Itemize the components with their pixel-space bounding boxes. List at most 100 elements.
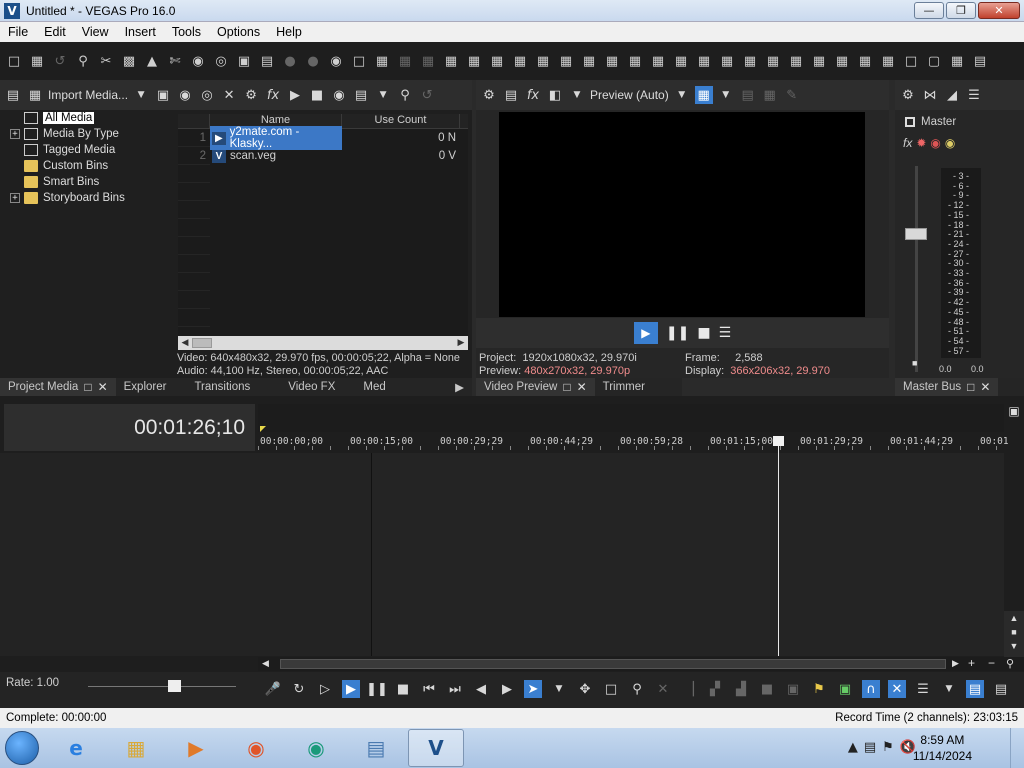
scroll-left-icon[interactable]: ◀ (262, 658, 269, 669)
copy-snapshot-icon[interactable]: ▤ (739, 86, 757, 104)
notepad-icon[interactable]: ▤ (348, 729, 404, 767)
event-tool-icon[interactable]: ▩ (119, 51, 139, 71)
stop-icon[interactable]: ■ (697, 325, 710, 341)
device-icon[interactable]: ▤ (502, 86, 520, 104)
zoom-out-icon[interactable]: − (988, 656, 995, 670)
previous-frame-icon[interactable]: ◀ (472, 680, 490, 698)
grid-icon-12[interactable]: ▦ (625, 51, 645, 71)
undock-icon[interactable]: □ (967, 380, 974, 394)
search-icon[interactable]: ⚲ (396, 86, 414, 104)
vegas-pro-taskbar-icon[interactable]: V (408, 729, 464, 767)
clock[interactable]: 8:59 AM 11/14/2024 (913, 732, 972, 764)
split-dropdown-icon[interactable]: ▼ (568, 86, 586, 104)
grid-icon-6[interactable]: ▦ (487, 51, 507, 71)
marker-bar[interactable] (258, 404, 1004, 432)
close-tab-icon[interactable]: ✕ (980, 380, 990, 394)
scroll-left-icon[interactable]: ◀ (178, 336, 192, 350)
tab-transitions[interactable]: Transitions (174, 378, 258, 396)
grid-icon-19[interactable]: ▦ (786, 51, 806, 71)
pause-icon[interactable]: ❚❚ (666, 325, 689, 341)
loop-playback-icon[interactable]: ↻ (290, 680, 308, 698)
grid-icon-20[interactable]: ▦ (809, 51, 829, 71)
grid-icon-1[interactable]: ▦ (372, 51, 392, 71)
grid-icon-11[interactable]: ▦ (602, 51, 622, 71)
undock-icon[interactable]: □ (84, 380, 91, 394)
views-icon[interactable]: ▤ (352, 86, 370, 104)
next-frame-icon[interactable]: ▶ (498, 680, 516, 698)
undock-icon[interactable]: □ (563, 380, 570, 394)
tree-item-smart-bins[interactable]: Smart Bins (4, 174, 174, 190)
ignore-grouping-icon[interactable]: ▤ (992, 680, 1010, 698)
ripple-dropdown-icon[interactable]: ▼ (940, 680, 958, 698)
lock-envelopes-icon[interactable]: ▤ (966, 680, 984, 698)
open-folder-icon[interactable]: ▢ (924, 51, 944, 71)
rate-slider-handle[interactable] (168, 680, 181, 692)
grid-icon-18[interactable]: ▦ (763, 51, 783, 71)
zoom-tool-icon[interactable]: ⚲ (1006, 657, 1014, 670)
start-button[interactable] (0, 728, 44, 768)
menu-options[interactable]: Options (209, 25, 268, 39)
insert-region-icon[interactable]: ▣ (836, 680, 854, 698)
close-tab-icon[interactable]: ✕ (98, 380, 108, 394)
media-list-scrollbar[interactable]: ◀ ▶ (178, 336, 468, 350)
scroll-right-icon[interactable]: ▶ (454, 336, 468, 350)
fx-icon[interactable]: fx (524, 86, 542, 104)
grid-icon-21[interactable]: ▦ (832, 51, 852, 71)
network-icon[interactable]: ▤ (864, 740, 876, 755)
menu-help[interactable]: Help (268, 25, 310, 39)
envelope-edit-icon[interactable]: ✥ (576, 680, 594, 698)
media-player-icon[interactable]: ▶ (168, 729, 224, 767)
grid-icon-16[interactable]: ▦ (717, 51, 737, 71)
trim-start-icon[interactable]: ▞ (706, 680, 724, 698)
edit-icon[interactable]: ✎ (783, 86, 801, 104)
trim-icon[interactable]: ▕ (680, 680, 698, 698)
expand-icon[interactable]: + (10, 193, 20, 203)
grid-icon-3[interactable]: ▦ (418, 51, 438, 71)
quality-dropdown-icon[interactable]: ▼ (673, 86, 691, 104)
overlays-grid-icon[interactable]: ▦ (694, 86, 713, 104)
fx-icon[interactable]: fx (903, 136, 912, 150)
tree-item-tagged-media[interactable]: Tagged Media (4, 142, 174, 158)
normal-edit-tool-icon[interactable]: ➤ (524, 680, 542, 698)
grid-icon-13[interactable]: ▦ (648, 51, 668, 71)
delete-icon[interactable]: ✕ (654, 680, 672, 698)
grid-icon-23[interactable]: ▦ (878, 51, 898, 71)
maximize-button[interactable]: ❐ (946, 2, 976, 19)
show-desktop-button[interactable] (1010, 728, 1024, 768)
save-as-icon[interactable]: ▦ (947, 51, 967, 71)
remove-icon[interactable]: ✕ (220, 86, 238, 104)
master-fader-handle[interactable] (905, 228, 927, 240)
tab-scroll-right-icon[interactable]: ▶ (447, 378, 472, 396)
overlays-dropdown-icon[interactable]: ▼ (717, 86, 735, 104)
lock-icon[interactable]: ■ (912, 358, 917, 368)
close-button[interactable]: ✕ (978, 2, 1020, 19)
lock-icon[interactable]: ● (303, 51, 323, 71)
save-snapshot-icon[interactable]: ▦ (761, 86, 779, 104)
timeline-scrollbar[interactable]: ◀ ▶ + − ⚲ (258, 656, 1024, 671)
trim-tool-icon[interactable]: ✂ (96, 51, 116, 71)
tree-item-custom-bins[interactable]: Custom Bins (4, 158, 174, 174)
grid-icon-4[interactable]: ▦ (441, 51, 461, 71)
tool-dropdown-icon[interactable]: ▼ (550, 680, 568, 698)
capture-icon[interactable]: ▣ (154, 86, 172, 104)
stop-icon[interactable]: ■ (394, 680, 412, 698)
go-to-start-icon[interactable]: ⏮ (420, 680, 438, 698)
menu-edit[interactable]: Edit (36, 25, 74, 39)
automation-icon[interactable]: ✹ (916, 136, 926, 150)
tab-trimmer[interactable]: Trimmer (595, 378, 653, 396)
media-row[interactable]: 1 ▶y2mate.com - Klasky... 0 N (178, 126, 468, 150)
play-icon[interactable]: ▶ (286, 86, 304, 104)
menu-view[interactable]: View (74, 25, 117, 39)
properties-gear-icon[interactable]: ⚙ (242, 86, 260, 104)
mixer-icon[interactable]: ☰ (965, 86, 983, 104)
cut-icon[interactable]: ✄ (165, 51, 185, 71)
web-media-icon[interactable]: ◎ (198, 86, 216, 104)
tab-video-preview[interactable]: Video Preview □ ✕ (476, 378, 595, 396)
play-icon[interactable]: ▶ (633, 322, 658, 344)
zoom-edit-icon[interactable]: ⚲ (628, 680, 646, 698)
scroll-thumb[interactable] (192, 338, 212, 348)
grid-icon-8[interactable]: ▦ (533, 51, 553, 71)
timeline-scroll-thumb[interactable] (280, 659, 946, 669)
tab-project-media[interactable]: Project Media □ ✕ (0, 378, 116, 396)
grid-icon-17[interactable]: ▦ (740, 51, 760, 71)
